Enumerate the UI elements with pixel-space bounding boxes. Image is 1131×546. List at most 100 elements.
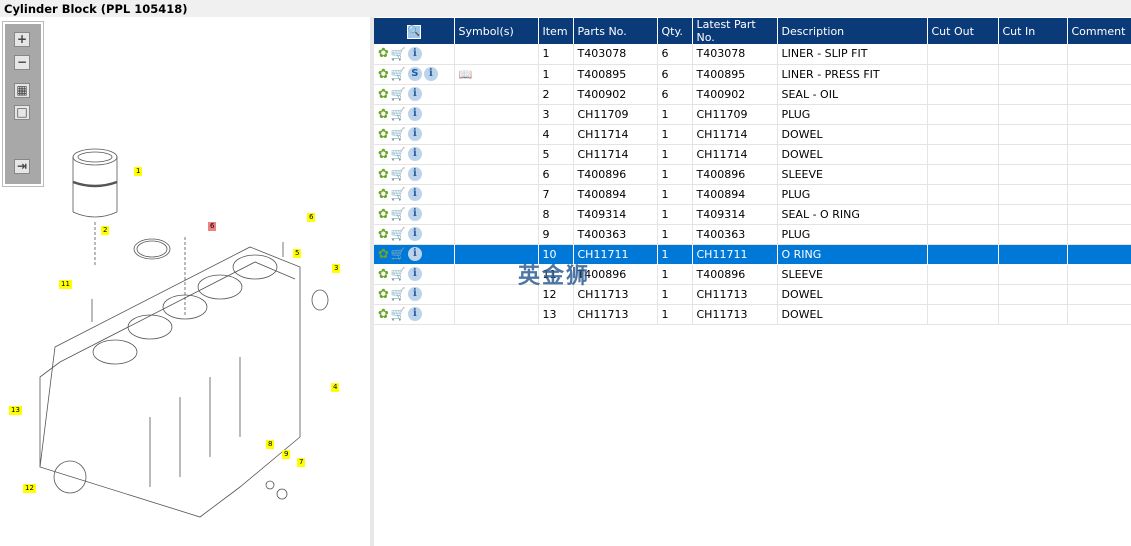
- gear-icon[interactable]: ✿: [378, 187, 389, 202]
- cart-icon[interactable]: 🛒: [391, 307, 406, 321]
- symbols-cell: [454, 44, 539, 65]
- gear-icon[interactable]: ✿: [378, 167, 389, 182]
- magnifier-icon: 🔍: [406, 24, 421, 39]
- fit-view-button[interactable]: ▦: [14, 83, 30, 98]
- callout-3[interactable]: 3: [332, 264, 341, 273]
- column-header-parts-no[interactable]: Parts No.: [573, 18, 658, 44]
- description-cell: SLEEVE: [777, 164, 928, 185]
- cart-icon[interactable]: 🛒: [391, 147, 406, 161]
- table-row[interactable]: ✿ 🛒 Si 📖 1 T400895 6 T400895 LINER - PRESS FIT: [374, 64, 1131, 85]
- gear-icon[interactable]: ✿: [378, 267, 389, 282]
- gear-icon[interactable]: ✿: [378, 247, 389, 262]
- callout-11[interactable]: 11: [59, 280, 72, 289]
- gear-icon[interactable]: ✿: [378, 287, 389, 302]
- column-header-comment[interactable]: Comment: [1067, 18, 1131, 44]
- callout-9[interactable]: 9: [282, 450, 291, 459]
- cart-icon[interactable]: 🛒: [391, 227, 406, 241]
- column-header-latest-part-no[interactable]: Latest Part No.: [692, 18, 778, 44]
- info-icon[interactable]: i: [423, 67, 438, 81]
- callout-1[interactable]: 1: [134, 167, 143, 176]
- cart-icon[interactable]: 🛒: [391, 87, 406, 101]
- info-icon[interactable]: i: [407, 147, 422, 161]
- qty-cell: 6: [657, 44, 693, 65]
- zoom-in-button[interactable]: +: [14, 32, 30, 47]
- column-header-cut-in[interactable]: Cut In: [998, 18, 1068, 44]
- zoom-out-button[interactable]: −: [14, 55, 30, 70]
- table-row[interactable]: ✿ 🛒 i 12 CH11713 1 CH11713 DOWEL: [374, 284, 1131, 305]
- table-row[interactable]: ✿ 🛒 i 1 T403078 6 T403078 LINER - SLIP FIT: [374, 44, 1131, 65]
- cart-icon[interactable]: 🛒: [391, 247, 406, 261]
- cart-icon[interactable]: 🛒: [391, 127, 406, 141]
- cart-icon[interactable]: 🛒: [391, 67, 406, 81]
- info-icon[interactable]: i: [407, 247, 422, 261]
- cart-icon[interactable]: 🛒: [391, 267, 406, 281]
- info-icon[interactable]: i: [407, 187, 422, 201]
- info-icon[interactable]: i: [407, 227, 422, 241]
- gear-icon[interactable]: ✿: [378, 127, 389, 142]
- cart-icon[interactable]: 🛒: [391, 107, 406, 121]
- gear-icon[interactable]: ✿: [378, 87, 389, 102]
- callout-4[interactable]: 4: [331, 383, 340, 392]
- search-header-button[interactable]: 🔍: [374, 18, 455, 44]
- cart-icon[interactable]: 🛒: [391, 187, 406, 201]
- gear-icon[interactable]: ✿: [378, 227, 389, 242]
- callout-12[interactable]: 12: [23, 484, 36, 493]
- cut-out-cell: [927, 164, 999, 185]
- diagram-panel[interactable]: 1 2 3 4 5 6 7 8 9 11 12 13 6 + − ▦ □ ⇥: [0, 17, 370, 546]
- table-row[interactable]: ✿ 🛒 i 2 T400902 6 T400902 SEAL - OIL: [374, 84, 1131, 105]
- table-row[interactable]: ✿ 🛒 i 10 CH11711 1 CH11711 O RING: [374, 244, 1131, 265]
- table-row[interactable]: ✿ 🛒 i 8 T409314 1 T409314 SEAL - O RING: [374, 204, 1131, 225]
- callout-2[interactable]: 2: [101, 226, 110, 235]
- callout-6-highlight[interactable]: 6: [208, 222, 217, 231]
- description-cell: DOWEL: [777, 284, 928, 305]
- info-icon[interactable]: i: [407, 107, 422, 121]
- cart-icon[interactable]: 🛒: [391, 287, 406, 301]
- info-icon[interactable]: i: [407, 207, 422, 221]
- table-row[interactable]: ✿ 🛒 i 6 T400896 1 T400896 SLEEVE: [374, 164, 1131, 185]
- column-header-qty[interactable]: Qty.: [657, 18, 693, 44]
- description-cell: PLUG: [777, 184, 928, 205]
- gear-icon[interactable]: ✿: [378, 147, 389, 162]
- cart-icon[interactable]: 🛒: [391, 207, 406, 221]
- cut-out-cell: [927, 264, 999, 285]
- table-row[interactable]: ✿ 🛒 i 7 T400894 1 T400894 PLUG: [374, 184, 1131, 205]
- column-header-cut-out[interactable]: Cut Out: [927, 18, 999, 44]
- s-badge-icon[interactable]: S: [407, 67, 422, 81]
- callout-5[interactable]: 5: [293, 249, 302, 258]
- table-row[interactable]: ✿ 🛒 i 13 CH11713 1 CH11713 DOWEL: [374, 304, 1131, 325]
- cut-in-cell: [998, 224, 1068, 245]
- column-header-item[interactable]: Item: [538, 18, 574, 44]
- item-cell: 6: [538, 164, 574, 185]
- info-icon[interactable]: i: [407, 307, 422, 321]
- table-row[interactable]: ✿ 🛒 i 11 T400896 1 T400896 SLEEVE: [374, 264, 1131, 285]
- gear-icon[interactable]: ✿: [378, 107, 389, 122]
- info-icon[interactable]: i: [407, 87, 422, 101]
- info-icon[interactable]: i: [407, 167, 422, 181]
- gear-icon[interactable]: ✿: [378, 67, 389, 82]
- table-row[interactable]: ✿ 🛒 i 9 T400363 1 T400363 PLUG: [374, 224, 1131, 245]
- info-icon[interactable]: i: [407, 267, 422, 281]
- qty-cell: 6: [657, 84, 693, 105]
- book-magnifier-icon[interactable]: 📖: [459, 68, 473, 81]
- cart-icon[interactable]: 🛒: [391, 167, 406, 181]
- gear-icon[interactable]: ✿: [378, 46, 389, 61]
- callout-6[interactable]: 6: [307, 213, 316, 222]
- column-header-description[interactable]: Description: [777, 18, 928, 44]
- table-row[interactable]: ✿ 🛒 i 4 CH11714 1 CH11714 DOWEL: [374, 124, 1131, 145]
- info-icon[interactable]: i: [407, 127, 422, 141]
- info-icon[interactable]: i: [407, 46, 422, 61]
- table-row[interactable]: ✿ 🛒 i 3 CH11709 1 CH11709 PLUG: [374, 104, 1131, 125]
- callout-13[interactable]: 13: [9, 406, 22, 415]
- callout-8[interactable]: 8: [266, 440, 275, 449]
- cut-in-cell: [998, 184, 1068, 205]
- gear-icon[interactable]: ✿: [378, 307, 389, 322]
- gear-icon[interactable]: ✿: [378, 207, 389, 222]
- cart-icon[interactable]: 🛒: [391, 47, 406, 61]
- qty-cell: 1: [657, 244, 693, 265]
- actual-size-button[interactable]: □: [14, 105, 30, 120]
- info-icon[interactable]: i: [407, 287, 422, 301]
- column-header-symbol-s[interactable]: Symbol(s): [454, 18, 539, 44]
- table-row[interactable]: ✿ 🛒 i 5 CH11714 1 CH11714 DOWEL: [374, 144, 1131, 165]
- export-button[interactable]: ⇥: [14, 159, 30, 174]
- callout-7[interactable]: 7: [297, 458, 306, 467]
